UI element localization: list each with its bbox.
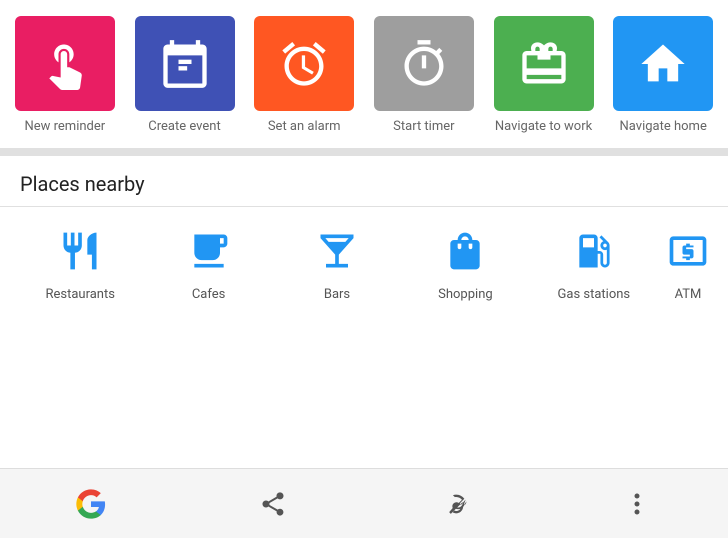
google-button[interactable] bbox=[61, 474, 121, 534]
quick-action-start-timer[interactable]: Start timer bbox=[367, 16, 481, 136]
shopping-bag-icon bbox=[443, 229, 487, 273]
calendar-icon bbox=[159, 38, 211, 90]
atm-label: ATM bbox=[675, 287, 702, 302]
restaurants-icon bbox=[52, 223, 108, 279]
navigate-work-label: Navigate to work bbox=[495, 119, 592, 136]
bars-label: Bars bbox=[324, 287, 350, 302]
new-reminder-label: New reminder bbox=[24, 119, 105, 136]
touch-icon bbox=[441, 490, 469, 518]
quick-action-set-alarm[interactable]: Set an alarm bbox=[247, 16, 361, 136]
gas-pump-icon bbox=[572, 229, 616, 273]
start-timer-label: Start timer bbox=[393, 119, 454, 136]
navigate-work-icon-bg bbox=[494, 16, 594, 111]
cafes-icon bbox=[181, 223, 237, 279]
touch-button[interactable] bbox=[425, 474, 485, 534]
set-alarm-icon-bg bbox=[254, 16, 354, 111]
places-nearby-title: Places nearby bbox=[0, 156, 728, 206]
quick-action-navigate-home[interactable]: Navigate home bbox=[606, 16, 720, 136]
start-timer-icon-bg bbox=[374, 16, 474, 111]
quick-action-new-reminder[interactable]: New reminder bbox=[8, 16, 122, 136]
bar-icon bbox=[315, 229, 359, 273]
new-reminder-icon-bg bbox=[15, 16, 115, 111]
alarm-icon bbox=[278, 38, 330, 90]
gas-stations-label: Gas stations bbox=[558, 287, 631, 302]
restaurants-label: Restaurants bbox=[45, 287, 114, 302]
more-options-icon bbox=[634, 490, 640, 518]
google-g-icon bbox=[75, 488, 107, 520]
navigate-home-label: Navigate home bbox=[620, 119, 707, 136]
bottom-nav-bar bbox=[0, 468, 728, 538]
timer-icon bbox=[398, 38, 450, 90]
work-icon bbox=[518, 38, 570, 90]
share-button[interactable] bbox=[243, 474, 303, 534]
atm-icon bbox=[660, 223, 716, 279]
place-atm[interactable]: ATM bbox=[658, 223, 718, 302]
atm-machine-icon bbox=[666, 229, 710, 273]
navigate-home-icon-bg bbox=[613, 16, 713, 111]
shopping-icon bbox=[437, 223, 493, 279]
share-icon bbox=[259, 490, 287, 518]
place-restaurants[interactable]: Restaurants bbox=[16, 223, 144, 302]
gas-stations-icon bbox=[566, 223, 622, 279]
section-divider bbox=[0, 148, 728, 156]
bars-icon bbox=[309, 223, 365, 279]
quick-action-create-event[interactable]: Create event bbox=[128, 16, 242, 136]
more-options-button[interactable] bbox=[607, 474, 667, 534]
home-icon bbox=[637, 38, 689, 90]
quick-actions-card: New reminder Create event Set an alarm bbox=[0, 0, 728, 148]
places-row: Restaurants Cafes Bars bbox=[0, 207, 728, 310]
create-event-icon-bg bbox=[135, 16, 235, 111]
restaurant-icon bbox=[58, 229, 102, 273]
place-gas-stations[interactable]: Gas stations bbox=[530, 223, 658, 302]
place-bars[interactable]: Bars bbox=[273, 223, 401, 302]
places-nearby-card: Places nearby Restaurants Cafes bbox=[0, 156, 728, 468]
reminder-icon bbox=[39, 38, 91, 90]
place-shopping[interactable]: Shopping bbox=[401, 223, 529, 302]
set-alarm-label: Set an alarm bbox=[268, 119, 341, 136]
create-event-label: Create event bbox=[148, 119, 220, 136]
quick-action-navigate-work[interactable]: Navigate to work bbox=[487, 16, 601, 136]
quick-actions-row: New reminder Create event Set an alarm bbox=[8, 16, 720, 136]
shopping-label: Shopping bbox=[438, 287, 493, 302]
cafes-label: Cafes bbox=[192, 287, 226, 302]
place-cafes[interactable]: Cafes bbox=[144, 223, 272, 302]
cafe-icon bbox=[187, 229, 231, 273]
